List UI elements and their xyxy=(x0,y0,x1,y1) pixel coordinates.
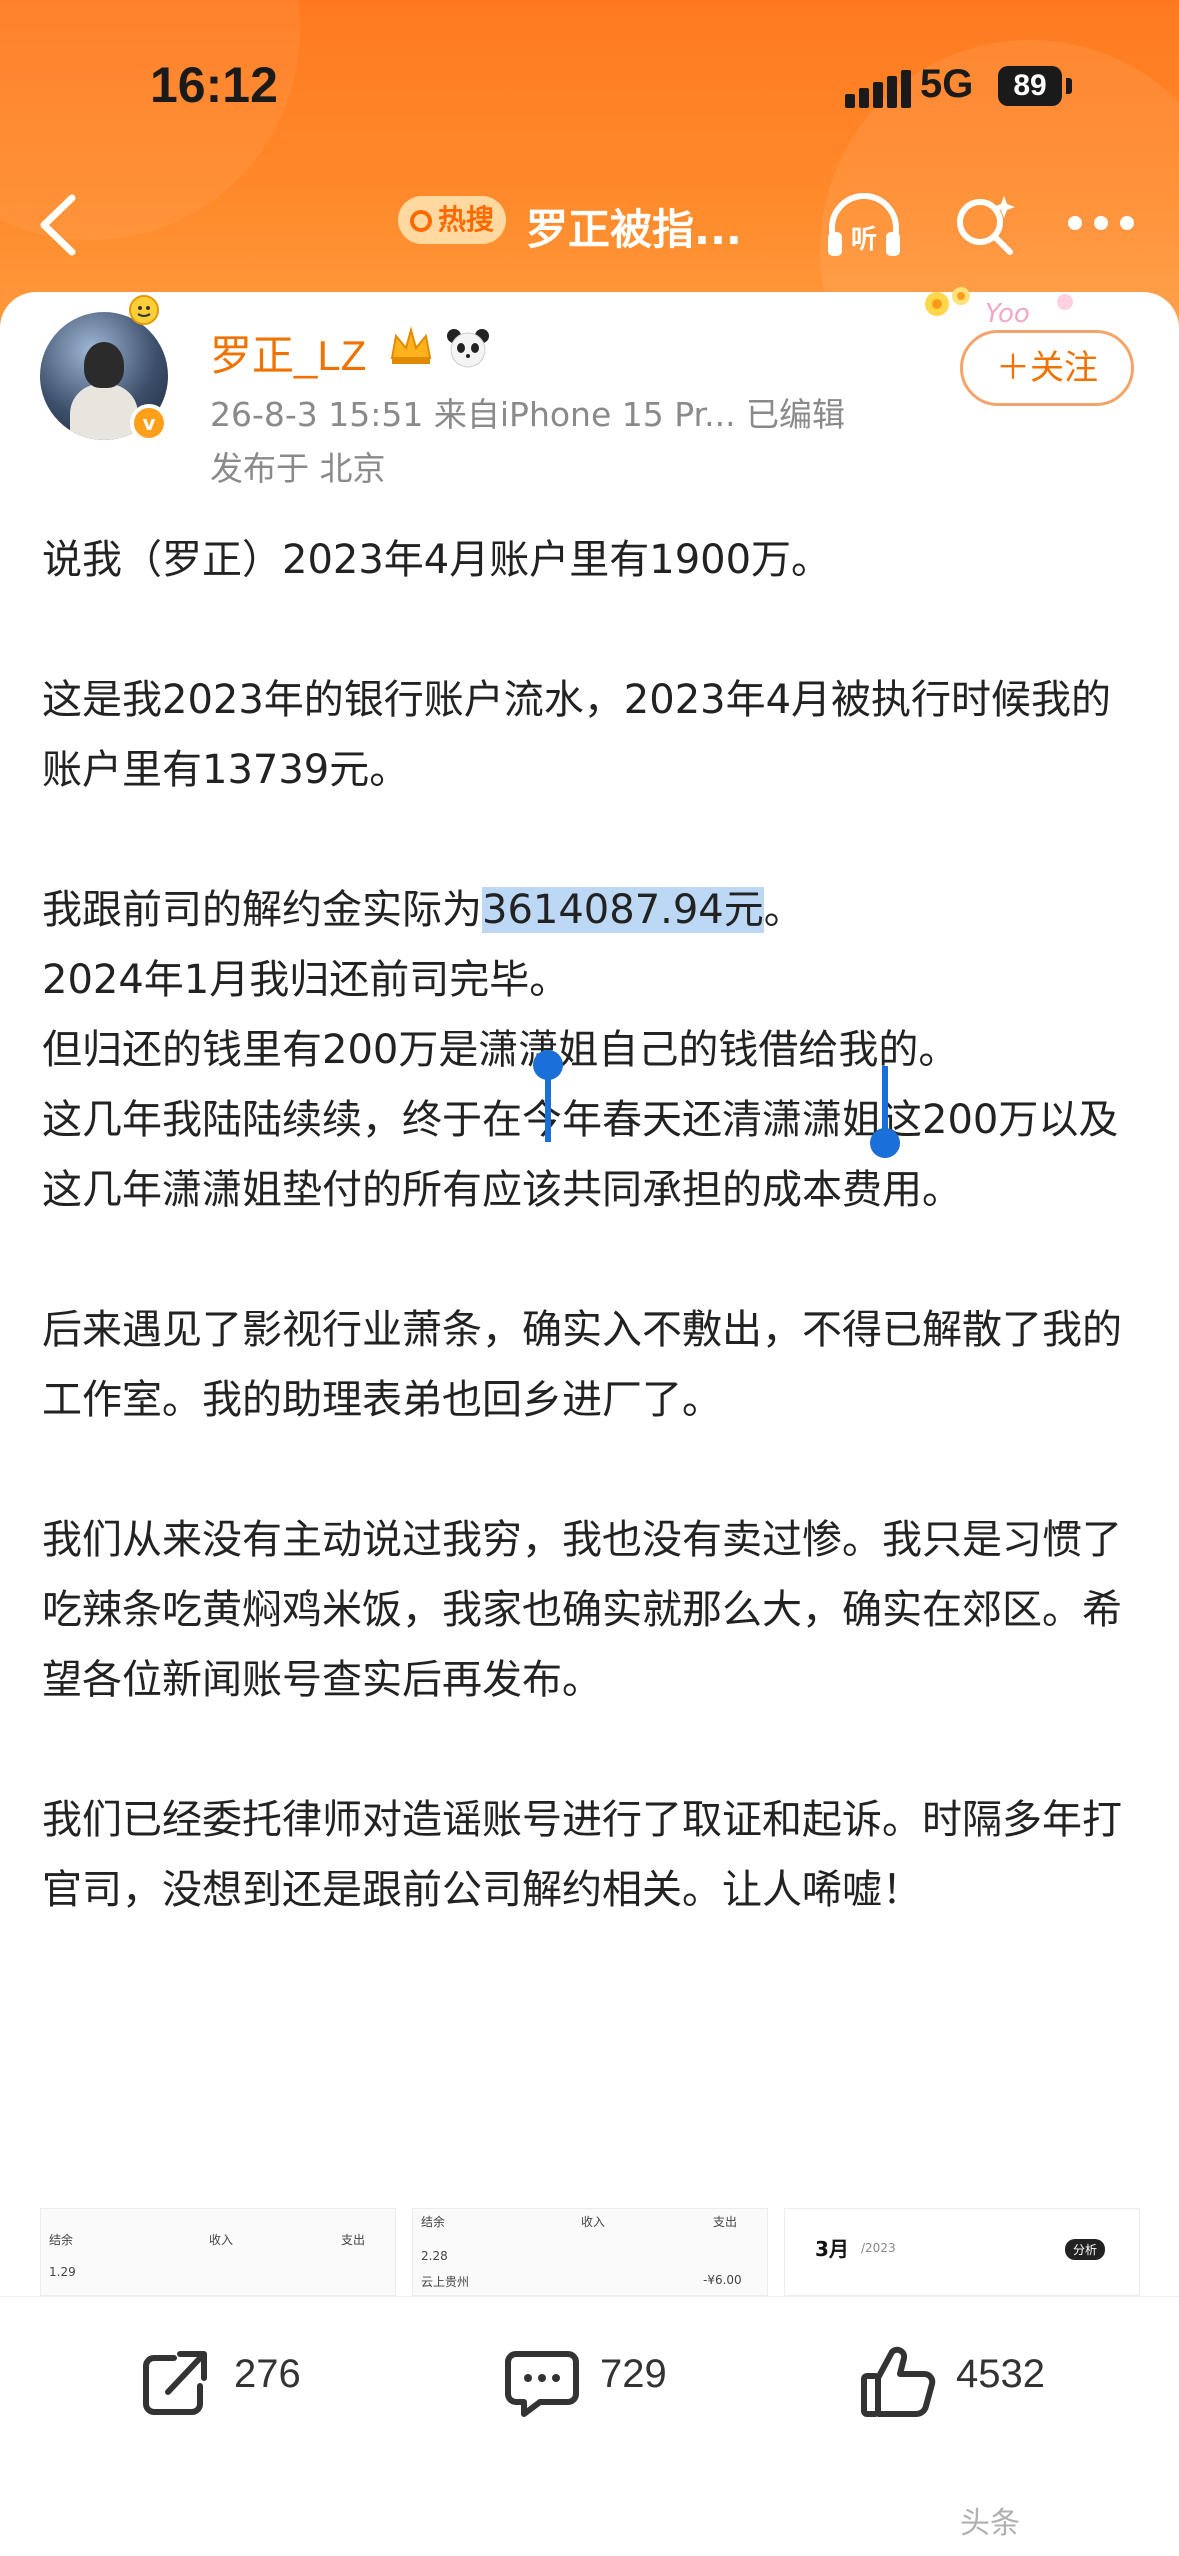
hot-search-icon xyxy=(409,210,432,232)
more-options-icon[interactable] xyxy=(1068,216,1138,232)
battery-icon: 89 xyxy=(998,66,1062,106)
selection-handle-end[interactable] xyxy=(870,1066,900,1158)
cellular-signal-icon xyxy=(845,70,911,108)
post-paragraph: 说我（罗正）2023年4月账户里有1900万。 xyxy=(42,537,832,583)
share-icon xyxy=(143,2351,207,2415)
thumb-text: 支出 xyxy=(341,2233,366,2247)
image-thumbnail[interactable]: 结余 收入 支出 1.29 xyxy=(40,2208,396,2296)
post-paragraph: 后来遇见了影视行业萧条，确实入不敷出，不得已解散了我的工作室。我的助理表弟也回乡… xyxy=(42,1307,1122,1423)
back-arrow-icon[interactable] xyxy=(30,190,90,260)
author-name[interactable]: 罗正_LZ xyxy=(210,322,366,383)
verified-badge-icon: v xyxy=(130,404,168,442)
thumb-text: 2.28 xyxy=(421,2249,448,2263)
watermark: 头条 xyxy=(960,2506,1020,2541)
top-header xyxy=(0,0,1179,330)
post-body: 说我（罗正）2023年4月账户里有1900万。 这是我2023年的银行账户流水，… xyxy=(42,525,1142,1925)
post-paragraph: 我们从来没有主动说过我穷，我也没有卖过惨。我只是习惯了吃辣条吃黄焖鸡米饭，我家也… xyxy=(42,1517,1122,1703)
post-paragraph: 但归还的钱里有200万是潇潇姐自己的钱借给我的。 xyxy=(42,1027,959,1073)
post-text: 。 xyxy=(763,887,804,933)
page-title[interactable]: 罗正被指... xyxy=(526,196,742,257)
post-location: 发布于 北京 xyxy=(210,449,386,488)
thumbs-up-icon xyxy=(861,2346,936,2417)
thumb-text: -¥6.00 xyxy=(703,2273,742,2287)
crown-icon xyxy=(390,326,432,364)
listen-icon[interactable]: 听 xyxy=(822,188,906,264)
comment-count: 729 xyxy=(600,2352,667,2396)
post-text: 我跟前司的解约金实际为 xyxy=(42,887,482,933)
comment-icon xyxy=(505,2351,579,2417)
thumb-text: 支出 xyxy=(713,2215,738,2229)
status-time: 16:12 xyxy=(150,57,278,113)
share-count: 276 xyxy=(234,2352,301,2396)
battery-tip xyxy=(1066,78,1072,94)
selection-handle-start[interactable] xyxy=(533,1050,563,1142)
panda-icon xyxy=(447,329,489,368)
like-button[interactable]: 4532 xyxy=(858,2342,1098,2422)
post-paragraph: 这是我2023年的银行账户流水，2023年4月被执行时候我的账户里有13739元… xyxy=(42,677,1112,793)
thumb-text: 结余 xyxy=(49,2233,74,2247)
thumb-text: 1.29 xyxy=(49,2265,76,2279)
follow-button[interactable]: ＋关注 xyxy=(960,330,1134,406)
post-paragraph: 我跟前司的解约金实际为3614087.94元。 xyxy=(42,875,1142,945)
thumb-text: 收入 xyxy=(581,2215,606,2229)
like-count: 4532 xyxy=(956,2352,1045,2396)
post-paragraph: 这几年我陆陆续续，终于在今年春天还清潇潇姐这200万以及这几年潇潇姐垫付的所有应… xyxy=(42,1097,1119,1213)
hot-search-label: 热搜 xyxy=(437,203,494,236)
svg-text:Yoo: Yoo xyxy=(985,299,1030,329)
post-meta: 26-8-3 15:51 来自iPhone 15 Pr... 已编辑 xyxy=(210,395,846,434)
thumb-text: 结余 xyxy=(421,2215,446,2229)
thumb-text: 分析 xyxy=(1065,2239,1106,2260)
avatar-pendant-icon xyxy=(129,295,159,325)
svg-text:听: 听 xyxy=(851,225,877,255)
thumb-text: 3月 xyxy=(815,2237,849,2261)
thumb-text: 收入 xyxy=(209,2233,234,2247)
network-type: 5G xyxy=(920,62,974,106)
comment-button[interactable]: 729 xyxy=(502,2342,702,2422)
share-button[interactable]: 276 xyxy=(136,2342,336,2422)
search-icon[interactable] xyxy=(950,190,1020,260)
post-paragraph: 2024年1月我归还前司完毕。 xyxy=(42,957,570,1003)
hot-search-badge[interactable]: 热搜 xyxy=(398,196,506,244)
image-thumbnails: 结余 收入 支出 1.29 结余 收入 支出 2.28 云上贵州 -¥6.00 … xyxy=(40,2208,1140,2296)
image-thumbnail[interactable]: 结余 收入 支出 2.28 云上贵州 -¥6.00 xyxy=(412,2208,768,2296)
thumb-text: /2023 xyxy=(861,2241,896,2255)
post-paragraph: 我们已经委托律师对造谣账号进行了取证和起诉。时隔多年打官司，没想到还是跟前公司解… xyxy=(42,1797,1122,1913)
image-thumbnail[interactable]: 3月 /2023 分析 xyxy=(784,2208,1140,2296)
selected-text[interactable]: 3614087.94元 xyxy=(482,887,764,933)
thumb-text: 云上贵州 xyxy=(421,2275,470,2289)
